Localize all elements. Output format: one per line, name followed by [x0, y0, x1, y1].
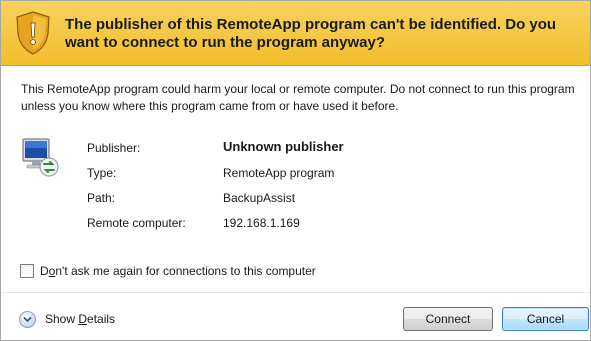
remote-computer-icon: [22, 138, 59, 177]
dont-ask-again-option[interactable]: Don't ask me again for connections to th…: [20, 263, 316, 279]
warning-banner: The publisher of this RemoteApp program …: [1, 1, 590, 66]
cancel-button[interactable]: Cancel: [502, 307, 589, 331]
warning-shield-icon: [16, 11, 50, 55]
remote-computer-label: Remote computer:: [87, 216, 186, 230]
chevron-down-icon[interactable]: [19, 310, 36, 328]
remoteapp-security-dialog: The publisher of this RemoteApp program …: [0, 0, 591, 341]
publisher-label: Publisher:: [87, 141, 141, 155]
dont-ask-again-label[interactable]: Don't ask me again for connections to th…: [40, 264, 316, 278]
show-details-toggle[interactable]: Show Details: [19, 309, 115, 329]
risk-description: This RemoteApp program could harm your l…: [21, 82, 575, 113]
warning-message: The publisher of this RemoteApp program …: [65, 16, 557, 51]
publisher-value: Unknown publisher: [223, 139, 344, 154]
dont-ask-again-checkbox[interactable]: [20, 264, 34, 278]
path-label: Path:: [87, 191, 116, 205]
footer-divider: [1, 292, 590, 293]
remote-computer-value: 192.168.1.169: [223, 216, 300, 230]
type-value: RemoteApp program: [223, 166, 335, 180]
show-details-label[interactable]: Show Details: [45, 312, 115, 326]
path-value: BackupAssist: [223, 191, 296, 205]
type-label: Type:: [87, 166, 117, 180]
connect-button[interactable]: Connect: [403, 307, 493, 331]
